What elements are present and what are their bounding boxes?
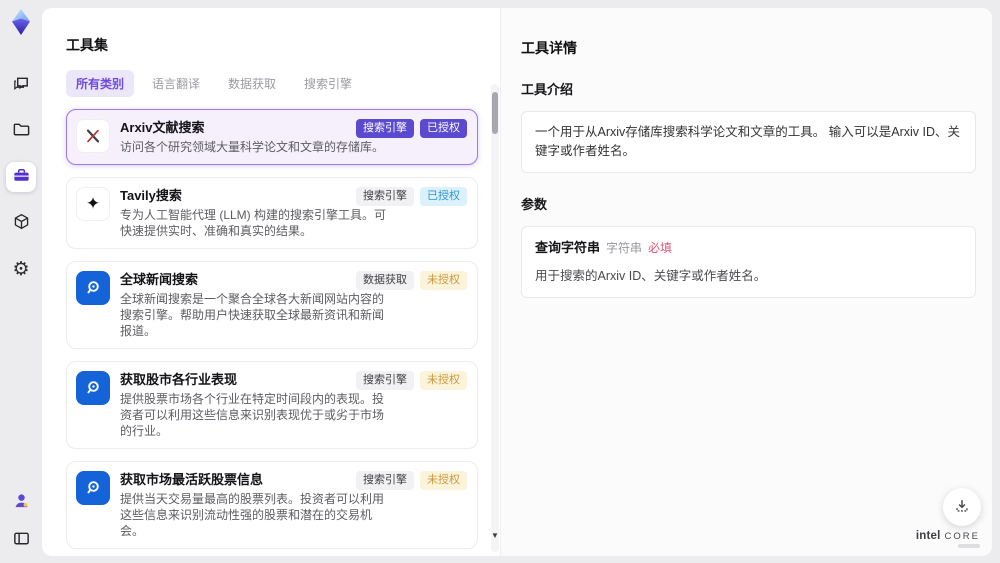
tool-badge: 未授权 bbox=[420, 371, 467, 391]
tool-badge: 搜索引擎 bbox=[356, 471, 414, 491]
toolbox-icon bbox=[12, 166, 31, 188]
gear-icon: ⚙ bbox=[12, 257, 30, 280]
tool-badge: 未授权 bbox=[420, 471, 467, 491]
news-icon bbox=[76, 471, 110, 506]
download-icon bbox=[953, 497, 971, 518]
user-avatar-button[interactable] bbox=[6, 487, 36, 517]
tool-body: 全球新闻搜索 全球新闻搜索是一个聚合全球各大新闻网站内容的搜索引擎。帮助用户快速… bbox=[120, 271, 390, 339]
tool-description: 提供股票市场各个行业在特定时间段内的表现。投资者可以利用这些信息来识别表现优于或… bbox=[120, 392, 385, 439]
tool-list-panel: 工具集 所有类别 语言翻译 数据获取 搜索引擎 Arxiv文献搜索 访问各个研究领域大… bbox=[42, 8, 500, 556]
tool-name: 获取股市各行业表现 bbox=[120, 372, 238, 388]
tool-name: Arxiv文献搜索 bbox=[120, 120, 205, 136]
list-scrollbar[interactable]: ▼ bbox=[491, 84, 499, 552]
tab-3[interactable]: 搜索引擎 bbox=[294, 70, 362, 97]
tool-detail-panel: 工具详情 工具介绍 一个用于从Arxiv存储库搜索科学论文和文章的工具。 输入可… bbox=[500, 8, 992, 556]
intel-core-logo: intel CORE bbox=[916, 530, 980, 548]
scrollbar-down-arrow[interactable]: ▼ bbox=[491, 532, 499, 540]
brand-underline bbox=[958, 544, 980, 548]
tool-description: 提供当天交易量最高的股票列表。投资者可以利用这些信息来识别流动性强的股票和潜在的… bbox=[120, 492, 385, 539]
param-box: 查询字符串 字符串 必填 用于搜索的Arxiv ID、关键字或作者姓名。 bbox=[521, 226, 976, 298]
brand-intel-text: intel bbox=[915, 530, 941, 542]
tool-body: 获取股市各行业表现 提供股票市场各个行业在特定时间段内的表现。投资者可以利用这些… bbox=[120, 371, 390, 439]
tool-card-0[interactable]: Arxiv文献搜索 访问各个研究领域大量科学论文和文章的存储库。 搜索引擎 已授权 bbox=[66, 109, 478, 166]
panel-toggle-icon bbox=[12, 529, 31, 551]
scrollbar-thumb[interactable] bbox=[492, 92, 498, 134]
sidebar-bottom bbox=[6, 487, 36, 555]
app-logo-icon bbox=[8, 8, 34, 36]
folder-icon bbox=[12, 120, 31, 142]
tavily-icon: ✦ bbox=[76, 187, 110, 222]
tool-badges: 搜索引擎 未授权 bbox=[356, 471, 467, 491]
tool-badge: 搜索引擎 bbox=[356, 119, 414, 139]
tool-card-2[interactable]: 全球新闻搜索 全球新闻搜索是一个聚合全球各大新闻网站内容的搜索引擎。帮助用户快速… bbox=[66, 261, 478, 350]
tool-list: Arxiv文献搜索 访问各个研究领域大量科学论文和文章的存储库。 搜索引擎 已授权… bbox=[66, 109, 478, 556]
tool-description: 专为人工智能代理 (LLM) 构建的搜索引擎工具。可快速提供实时、准确和真实的结… bbox=[120, 208, 387, 239]
params-heading: 参数 bbox=[521, 197, 548, 213]
arxiv-icon bbox=[76, 119, 110, 154]
tool-name: 获取市场最活跃股票信息 bbox=[120, 472, 264, 488]
tool-badge: 已授权 bbox=[420, 119, 467, 139]
tool-description: 访问各个研究领域大量科学论文和文章的存储库。 bbox=[120, 140, 385, 155]
sidebar-item-folder[interactable] bbox=[6, 116, 36, 146]
category-tabs: 所有类别 语言翻译 数据获取 搜索引擎 bbox=[66, 70, 478, 98]
page-title: 工具集 bbox=[66, 37, 108, 54]
tool-card-1[interactable]: ✦ Tavily搜索 专为人工智能代理 (LLM) 构建的搜索引擎工具。可快速提… bbox=[66, 177, 478, 250]
tool-body: Tavily搜索 专为人工智能代理 (LLM) 构建的搜索引擎工具。可快速提供实… bbox=[120, 187, 390, 239]
sidebar: ⚙ bbox=[0, 0, 42, 563]
user-icon bbox=[12, 491, 31, 513]
param-name: 查询字符串 bbox=[535, 240, 601, 256]
tool-badges: 搜索引擎 未授权 bbox=[356, 371, 467, 391]
tab-0[interactable]: 所有类别 bbox=[66, 70, 135, 98]
intro-heading: 工具介绍 bbox=[521, 81, 574, 97]
tool-name: 全球新闻搜索 bbox=[120, 272, 199, 288]
intro-box: 一个用于从Arxiv存储库搜索科学论文和文章的工具。 输入可以是Arxiv ID… bbox=[521, 110, 976, 174]
sidebar-item-settings[interactable]: ⚙ bbox=[6, 254, 36, 284]
tool-body: 获取市场最活跃股票信息 提供当天交易量最高的股票列表。投资者可以利用这些信息来识… bbox=[120, 471, 390, 539]
tool-name: Tavily搜索 bbox=[120, 188, 182, 204]
sidebar-item-toolbox[interactable] bbox=[6, 162, 36, 192]
tool-badge: 搜索引擎 bbox=[356, 371, 414, 391]
tool-badge: 数据获取 bbox=[356, 271, 414, 291]
tool-card-3[interactable]: 获取股市各行业表现 提供股票市场各个行业在特定时间段内的表现。投资者可以利用这些… bbox=[66, 361, 478, 450]
main-window: 工具集 所有类别 语言翻译 数据获取 搜索引擎 Arxiv文献搜索 访问各个研究领域大… bbox=[42, 8, 992, 556]
tool-badges: 搜索引擎 已授权 bbox=[356, 187, 467, 207]
news-icon bbox=[76, 271, 110, 306]
tool-description: 全球新闻搜索是一个聚合全球各大新闻网站内容的搜索引擎。帮助用户快速获取全球最新资… bbox=[120, 292, 385, 339]
panel-toggle-button[interactable] bbox=[6, 525, 36, 555]
tool-card-4[interactable]: 获取市场最活跃股票信息 提供当天交易量最高的股票列表。投资者可以利用这些信息来识… bbox=[66, 461, 478, 550]
detail-title: 工具详情 bbox=[521, 39, 577, 56]
chat-icon bbox=[12, 74, 31, 96]
news-icon bbox=[76, 371, 110, 406]
brand-core-text: CORE bbox=[944, 531, 980, 542]
tool-badges: 搜索引擎 已授权 bbox=[356, 119, 467, 139]
tool-badges: 数据获取 未授权 bbox=[356, 271, 467, 291]
app-window: ⚙ 工具集 所有类别 语言翻译 数据获取 搜索引擎 Arxiv文献搜索 访问各个… bbox=[0, 0, 1000, 563]
param-type: 字符串 bbox=[606, 241, 643, 256]
sidebar-nav: ⚙ bbox=[6, 70, 36, 284]
tab-1[interactable]: 语言翻译 bbox=[142, 70, 210, 97]
param-head: 查询字符串 字符串 必填 bbox=[535, 238, 962, 258]
sidebar-item-chat[interactable] bbox=[6, 70, 36, 100]
tool-badge: 已授权 bbox=[420, 187, 467, 207]
sidebar-item-package[interactable] bbox=[6, 208, 36, 238]
download-button[interactable] bbox=[943, 488, 981, 526]
tool-badge: 未授权 bbox=[420, 271, 467, 291]
tab-2[interactable]: 数据获取 bbox=[218, 70, 286, 97]
param-required-badge: 必填 bbox=[648, 241, 673, 256]
tool-body: Arxiv文献搜索 访问各个研究领域大量科学论文和文章的存储库。 bbox=[120, 119, 384, 155]
tool-badge: 搜索引擎 bbox=[356, 187, 414, 207]
param-description: 用于搜索的Arxiv ID、关键字或作者姓名。 bbox=[535, 268, 767, 283]
cube-icon bbox=[12, 212, 31, 234]
